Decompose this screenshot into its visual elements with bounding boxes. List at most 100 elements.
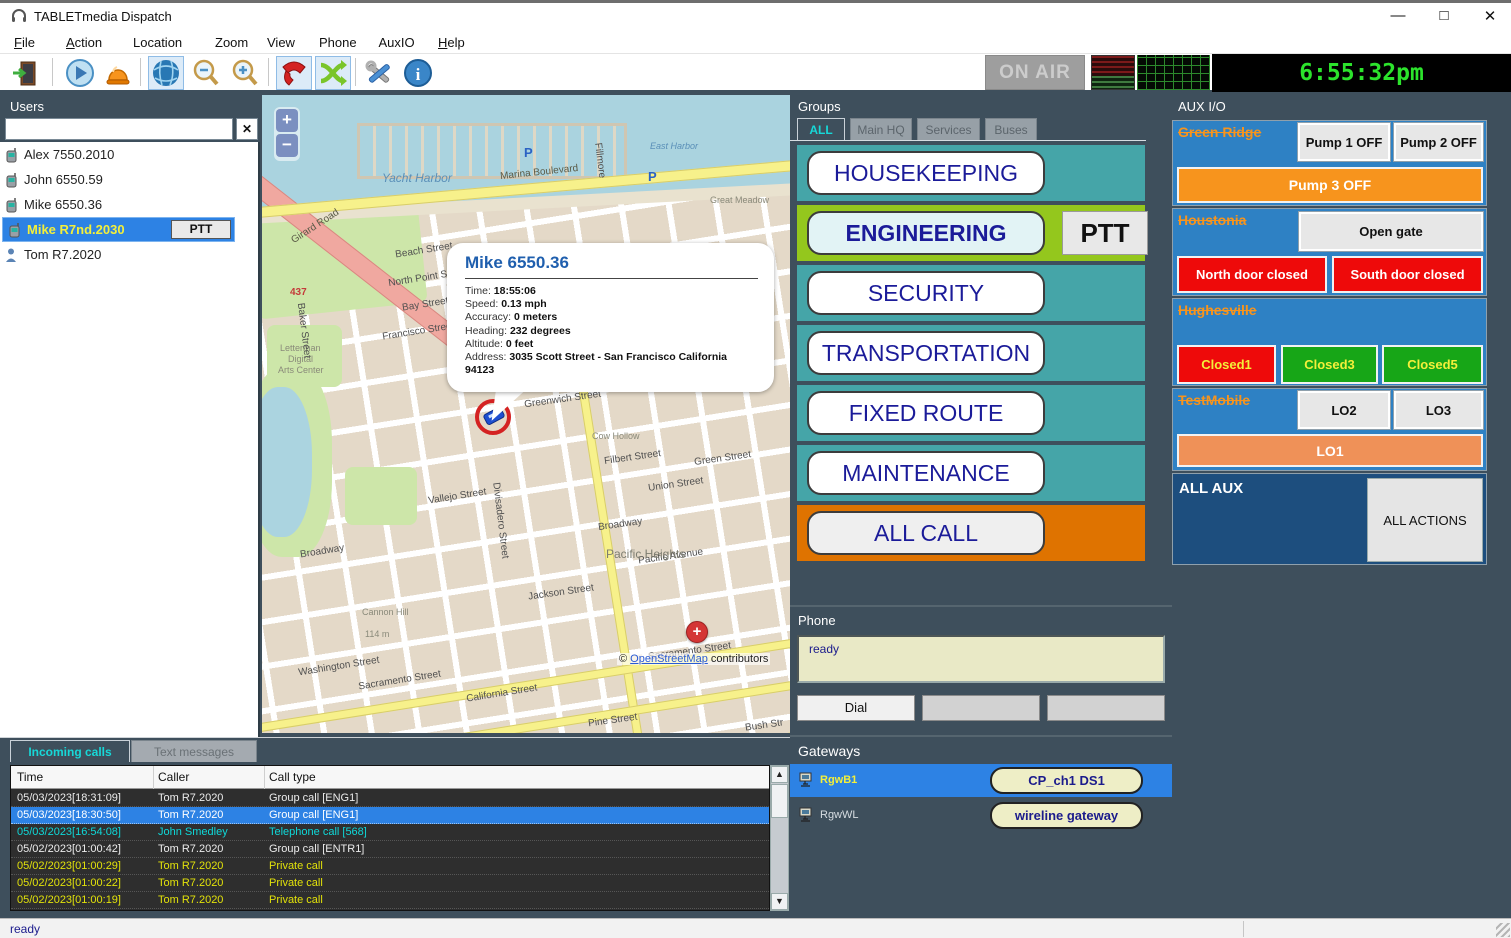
resize-grip[interactable] [1496,923,1510,937]
osm-link[interactable]: OpenStreetMap [630,653,708,665]
tools-icon[interactable] [361,56,397,90]
attribution-suffix: contributors [708,653,769,665]
svg-text:i: i [416,65,421,84]
users-search-input[interactable] [5,118,233,140]
lo1-button[interactable]: LO1 [1177,434,1483,467]
groups-tabline [790,140,1146,141]
user-row[interactable]: Tom R7.2020 [0,242,258,267]
menu-help[interactable]: Help [434,33,469,52]
gateway-action-button[interactable]: wireline gateway [990,802,1143,829]
menu-zoom[interactable]: Zoom [211,33,252,52]
user-row[interactable]: John 6550.59 [0,167,258,192]
menu-bar: File Action Location Zoom View Phone AuxIO Help [0,30,1511,53]
user-row[interactable]: Mike 6550.36 [0,192,258,217]
map-globe-icon[interactable] [148,56,184,90]
group-call-button[interactable]: SECURITY [807,271,1045,315]
tab-all[interactable]: ALL [797,118,845,140]
user-row[interactable]: Mike R7nd.2030PTT [2,217,235,242]
tab-main-hq[interactable]: Main HQ [850,118,912,140]
tab-buses[interactable]: Buses [985,118,1037,140]
map-zoom-out-button[interactable]: − [276,134,298,157]
closed1-button[interactable]: Closed1 [1177,345,1276,384]
minimize-button[interactable]: — [1378,7,1418,27]
maximize-button[interactable]: □ [1424,7,1464,27]
aux-section-green-ridge: Green Ridge Pump 1 OFF Pump 2 OFF Pump 3… [1172,120,1487,206]
pump1-button[interactable]: Pump 1 OFF [1298,123,1390,161]
scroll-down-button[interactable]: ▼ [771,893,788,910]
group-row-fixed-route: FIXED ROUTE [797,385,1145,441]
call-row[interactable]: 05/02/2023[01:00:42]Tom R7.2020Group cal… [11,841,769,858]
close-button[interactable]: ✕ [1470,7,1510,27]
gateway-row[interactable]: RgwWL wireline gateway [790,799,1172,832]
clear-search-button[interactable]: ✕ [236,118,258,140]
map-zoom-in-button[interactable]: + [276,109,298,132]
menu-file[interactable]: File [10,33,39,52]
attribution-copyright: © [619,653,630,665]
phone-button-3[interactable] [1047,695,1165,721]
group-call-button[interactable]: FIXED ROUTE [807,391,1045,435]
menu-view[interactable]: View [263,33,299,52]
play-icon[interactable] [62,56,98,90]
destination-marker[interactable]: + [686,621,708,643]
info-icon[interactable]: i [400,56,436,90]
user-row[interactable]: Alex 7550.2010 [0,142,258,167]
group-call-button[interactable]: ENGINEERING [807,211,1045,255]
north-door-button[interactable]: North door closed [1177,256,1327,293]
lo2-button[interactable]: LO2 [1298,391,1390,429]
closed3-button[interactable]: Closed3 [1281,345,1378,384]
call-transfer-icon[interactable] [315,56,351,90]
gateway-row[interactable]: RgwB1 CP_ch1 DS1 [790,764,1172,797]
open-gate-button[interactable]: Open gate [1299,212,1483,251]
group-call-button[interactable]: HOUSEKEEPING [807,151,1045,195]
map-label: 437 [290,287,307,298]
clock-time: 6:55:32pm [1212,60,1511,86]
calls-scrollbar[interactable]: ▲ ▼ [770,765,789,911]
phone-button-2[interactable] [922,695,1040,721]
status-text: ready [10,922,40,936]
call-cell: Telephone call [568] [269,826,367,838]
group-call-button[interactable]: TRANSPORTATION [807,331,1045,375]
user-ptt-button[interactable]: PTT [171,220,231,239]
call-row[interactable]: 05/02/2023[01:00:19]Tom R7.2020Private c… [11,892,769,909]
call-row[interactable]: 05/03/2023[18:30:50]Tom R7.2020Group cal… [11,807,769,824]
call-row[interactable]: 05/02/2023[01:00:22]Tom R7.2020Private c… [11,875,769,892]
pump2-button[interactable]: Pump 2 OFF [1394,123,1483,161]
toolbar-separator [355,58,356,86]
tab-text-messages[interactable]: Text messages [131,740,257,762]
menu-action[interactable]: Action [62,33,106,52]
radio-icon [4,172,20,188]
call-row[interactable]: 05/03/2023[16:54:08]John SmedleyTelephon… [11,824,769,841]
user-label: Tom R7.2020 [24,247,101,262]
call-cell: Private call [269,894,323,906]
south-door-button[interactable]: South door closed [1332,256,1483,293]
scroll-thumb[interactable] [771,784,788,818]
exit-door-icon[interactable] [8,56,44,90]
call-row[interactable]: 05/02/2023[01:00:29]Tom R7.2020Private c… [11,858,769,875]
group-ptt-button[interactable]: PTT [1062,211,1148,255]
phone-call-icon[interactable] [276,56,312,90]
tab-incoming-calls[interactable]: Incoming calls [10,740,130,762]
tab-services[interactable]: Services [917,118,980,140]
menu-phone[interactable]: Phone [315,33,361,52]
map-popup: Mike 6550.36 Time: 18:55:06Speed: 0.13 m… [447,243,774,392]
call-row[interactable]: 05/03/2023[18:31:09]Tom R7.2020Group cal… [11,790,769,807]
phone-panel-title: Phone [798,613,836,628]
zoom-out-icon[interactable] [188,56,224,90]
menu-auxio[interactable]: AuxIO [375,33,419,52]
aux-panel-title: AUX I/O [1178,99,1226,114]
gateway-action-button[interactable]: CP_ch1 DS1 [990,767,1143,794]
map-view[interactable]: Yacht HarborEast HarborMarina BoulevardG… [262,95,790,733]
map-label: Arts Center [278,365,324,375]
scroll-up-button[interactable]: ▲ [771,766,788,783]
map-label: Great Meadow [710,195,769,205]
lo3-button[interactable]: LO3 [1394,391,1483,429]
siren-icon[interactable] [100,56,136,90]
closed5-button[interactable]: Closed5 [1382,345,1483,384]
all-actions-button[interactable]: ALL ACTIONS [1367,478,1483,562]
pump3-button[interactable]: Pump 3 OFF [1177,167,1483,203]
zoom-in-icon[interactable] [227,56,263,90]
group-call-button[interactable]: MAINTENANCE [807,451,1045,495]
group-call-button[interactable]: ALL CALL [807,511,1045,555]
dial-button[interactable]: Dial [797,695,915,721]
menu-location[interactable]: Location [129,33,186,52]
